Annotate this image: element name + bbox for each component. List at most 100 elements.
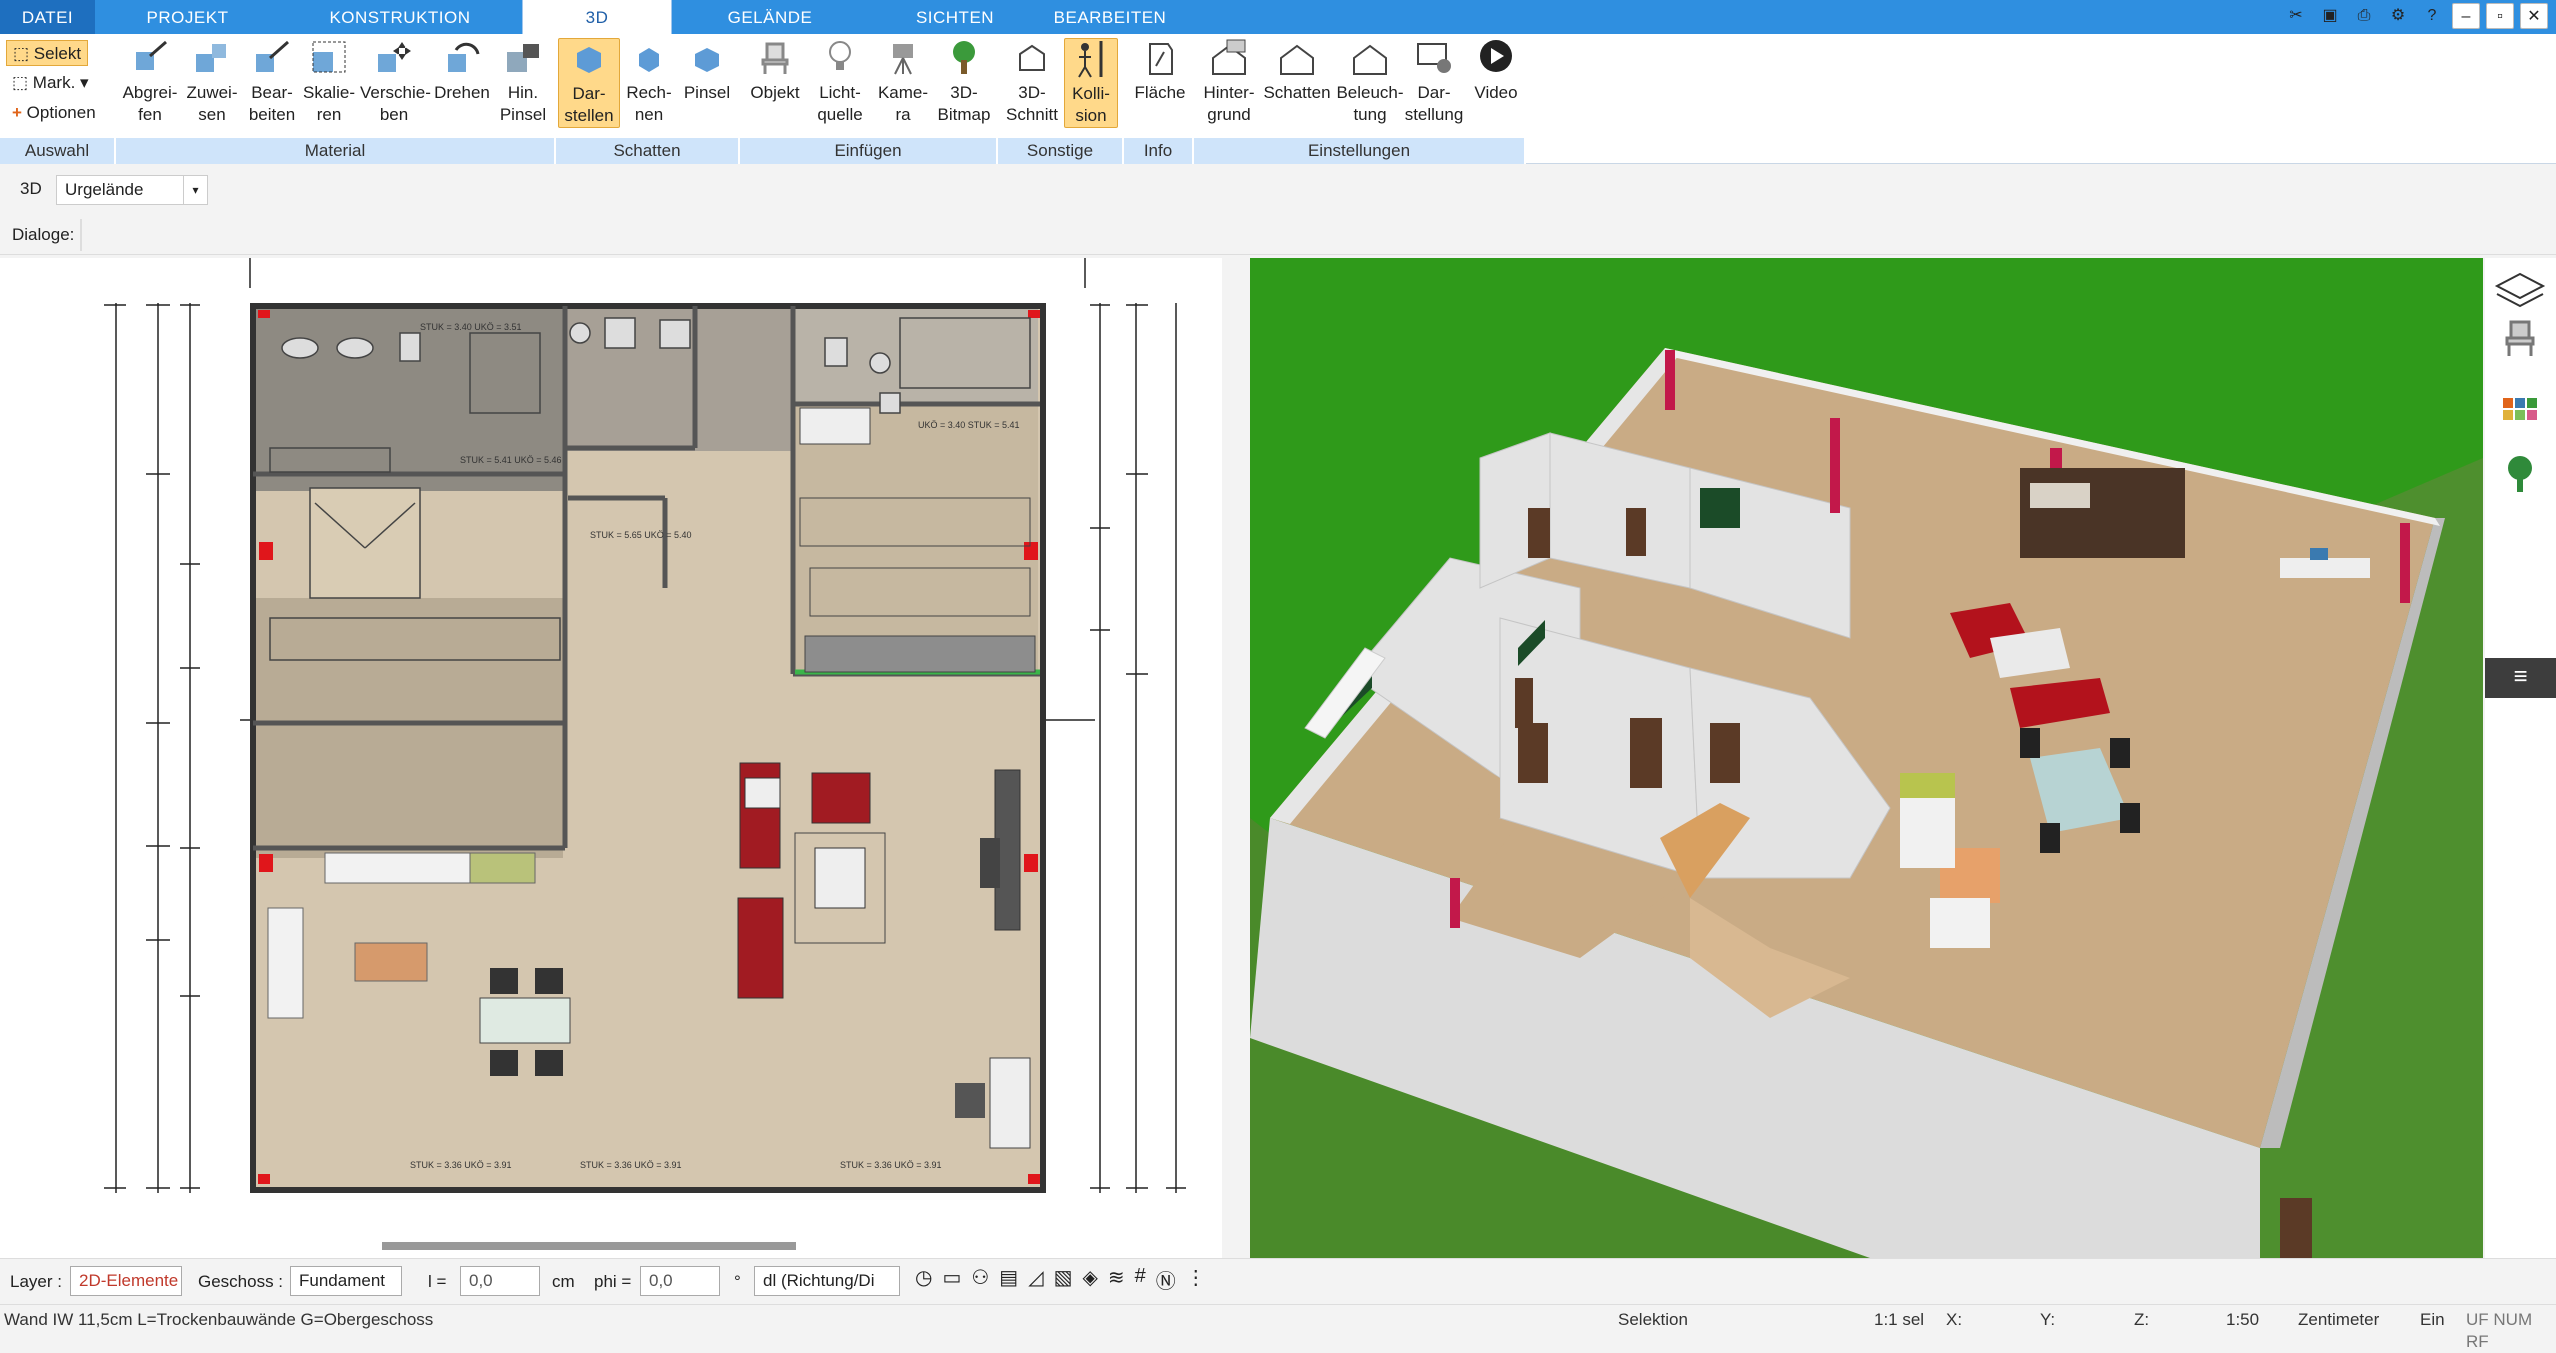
corridor-floor bbox=[253, 598, 563, 858]
stack-icon[interactable]: ≋ bbox=[1108, 1265, 1125, 1294]
floors-icon[interactable]: ▤ bbox=[999, 1265, 1018, 1294]
view-3d[interactable] bbox=[1250, 258, 2483, 1258]
layer-select[interactable]: 2D-Elemente bbox=[70, 1266, 182, 1296]
pipette-icon bbox=[136, 40, 167, 70]
skalieren-button[interactable]: Skalie- ren bbox=[302, 38, 356, 126]
abgreifen-label: Abgrei- fen bbox=[122, 83, 178, 124]
tab-3d[interactable]: 3D bbox=[522, 0, 672, 34]
bearbeiten-button[interactable]: Bear- beiten bbox=[244, 38, 300, 126]
phi-value: 0,0 bbox=[649, 1271, 673, 1290]
darstellen-button[interactable]: Dar- stellen bbox=[558, 38, 620, 128]
plan-label: STUK = 5.65 UKÖ = 5.40 bbox=[590, 530, 692, 540]
group-info: Info bbox=[1124, 138, 1194, 164]
group-schatten: Schatten bbox=[556, 138, 740, 164]
shadow-brush-icon bbox=[695, 48, 719, 72]
menu-handle[interactable]: ≡ bbox=[2485, 658, 2556, 698]
tab-projekt[interactable]: PROJEKT bbox=[115, 0, 260, 34]
lichtquelle-button[interactable]: Licht- quelle bbox=[810, 38, 870, 126]
abgreifen-button[interactable]: Abgrei- fen bbox=[122, 38, 178, 126]
edit-material-icon bbox=[256, 40, 289, 72]
walker-icon[interactable]: ⚇ bbox=[971, 1265, 989, 1294]
zuweisen-label: Zuwei- sen bbox=[186, 83, 238, 124]
beleuchtung-button[interactable]: Beleuch- tung bbox=[1334, 38, 1406, 126]
phi-input[interactable]: 0,0 bbox=[640, 1266, 720, 1296]
minimize-button[interactable]: – bbox=[2452, 3, 2480, 29]
plan-label: STUK = 3.36 UKÖ = 3.91 bbox=[840, 1160, 942, 1170]
hin-pinsel-button[interactable]: Hin. Pinsel bbox=[494, 38, 552, 126]
rechnen-button[interactable]: Rech- nen bbox=[622, 38, 676, 126]
status-mode: Selektion bbox=[1618, 1310, 1688, 1329]
tree-icon bbox=[2508, 456, 2532, 492]
shadow-display-icon bbox=[577, 47, 601, 73]
pinsel-button[interactable]: Pinsel bbox=[680, 38, 734, 104]
kamera-label: Kame- ra bbox=[877, 83, 929, 124]
bearbeiten-label: Bear- beiten bbox=[248, 83, 296, 124]
status-flags: UF NUM RF bbox=[2466, 1310, 2533, 1351]
grid-icon[interactable]: # bbox=[1135, 1265, 1146, 1294]
monitor-icon[interactable]: ▭ bbox=[942, 1265, 961, 1294]
plan-view-2d[interactable]: STUK = 3.40 UKÖ = 3.51 STUK = 5.41 UKÖ =… bbox=[0, 258, 1234, 1258]
terrain-value: Urgelände bbox=[65, 180, 144, 199]
tab-konstruktion[interactable]: KONSTRUKTION bbox=[300, 0, 500, 34]
ribbon-tabbar: DATEI PROJEKT KONSTRUKTION 3D GELÄNDE SI… bbox=[0, 0, 2556, 34]
close-button[interactable]: ✕ bbox=[2520, 3, 2548, 29]
tab-bearbeiten[interactable]: BEARBEITEN bbox=[1040, 0, 1180, 34]
horizontal-scrollbar bbox=[382, 1242, 796, 1250]
zuweisen-button[interactable]: Zuwei- sen bbox=[184, 38, 240, 126]
tab-sichten[interactable]: SICHTEN bbox=[880, 0, 1030, 34]
hintergrund-button[interactable]: Hinter- grund bbox=[1198, 38, 1260, 126]
terrain-select[interactable]: Urgelände ▾ bbox=[56, 175, 208, 205]
north-icon[interactable]: Ⓝ bbox=[1156, 1265, 1176, 1294]
status-scale: 1:50 bbox=[2226, 1310, 2260, 1329]
schnitt3d-button[interactable]: 3D- Schnitt bbox=[1002, 38, 1062, 126]
group-material: Material bbox=[116, 138, 556, 164]
move-icon bbox=[378, 42, 411, 72]
clock-icon[interactable]: ◷ bbox=[915, 1265, 932, 1294]
assign-material-icon bbox=[196, 44, 226, 72]
plane-icon[interactable]: ◈ bbox=[1083, 1265, 1098, 1294]
schatten-label: Schatten bbox=[1263, 83, 1331, 102]
schatten-settings-button[interactable]: Schatten bbox=[1262, 38, 1332, 104]
verschieben-button[interactable]: Verschie- ben bbox=[360, 38, 431, 126]
length-input[interactable]: 0,0 bbox=[460, 1266, 540, 1296]
hatch-icon[interactable]: ▧ bbox=[1054, 1265, 1073, 1294]
tab-gelaende[interactable]: GELÄNDE bbox=[690, 0, 850, 34]
tools-icon[interactable]: ✂ bbox=[2282, 3, 2310, 29]
save-icon[interactable]: ▣ bbox=[2316, 3, 2344, 29]
bitmap3d-button[interactable]: 3D- Bitmap bbox=[936, 38, 992, 126]
shelf-unit bbox=[2020, 468, 2185, 558]
verschieben-label: Verschie- ben bbox=[360, 83, 431, 124]
group-auswahl: Auswahl bbox=[0, 138, 116, 164]
geschoss-label: Geschoss : bbox=[198, 1272, 284, 1291]
tree-icon bbox=[953, 41, 975, 74]
bottom-toolbar: Layer : 2D-Elemente Geschoss : Fundament… bbox=[0, 1258, 2556, 1304]
kollision-button[interactable]: Kolli- sion bbox=[1064, 38, 1118, 128]
objekt-button[interactable]: Objekt bbox=[746, 38, 804, 104]
darstellung-button[interactable]: Dar- stellung bbox=[1404, 38, 1464, 126]
more-icon[interactable]: ⋮ bbox=[1186, 1265, 1206, 1294]
status-ein: Ein bbox=[2420, 1310, 2445, 1329]
selekt-button[interactable]: ⬚ Selekt bbox=[6, 40, 89, 66]
help-icon[interactable]: ? bbox=[2418, 3, 2446, 29]
print-icon[interactable]: ⎙ bbox=[2350, 3, 2378, 29]
direction-select[interactable]: dl (Richtung/Di bbox=[754, 1266, 900, 1296]
wall-tool-icon[interactable]: ◿ bbox=[1028, 1265, 1043, 1294]
settings-icon[interactable]: ⚙ bbox=[2384, 3, 2412, 29]
floor-plan-drawing: STUK = 3.40 UKÖ = 3.51 STUK = 5.41 UKÖ =… bbox=[104, 258, 1234, 1250]
video-button[interactable]: Video bbox=[1468, 38, 1524, 104]
skalieren-label: Skalie- ren bbox=[303, 83, 355, 124]
restore-button[interactable]: ▫ bbox=[2486, 3, 2514, 29]
drehen-button[interactable]: Drehen bbox=[432, 38, 492, 104]
layer-value: 2D-Elemente bbox=[79, 1271, 179, 1290]
layer-label: Layer : bbox=[10, 1272, 62, 1291]
mark-button[interactable]: ⬚ Mark. ▾ bbox=[6, 70, 95, 96]
kamera-button[interactable]: Kame- ra bbox=[874, 38, 932, 126]
optionen-button[interactable]: + Optionen bbox=[6, 100, 102, 126]
tab-datei[interactable]: DATEI bbox=[0, 0, 95, 34]
collision-person-icon bbox=[1078, 41, 1103, 78]
geschoss-select[interactable]: Fundament bbox=[290, 1266, 402, 1296]
geschoss-value: Fundament bbox=[299, 1271, 385, 1290]
plan-label: UKÖ = 3.40 STUK = 5.41 bbox=[918, 420, 1020, 430]
flaeche-button[interactable]: Fläche bbox=[1130, 38, 1190, 104]
length-unit: cm bbox=[552, 1272, 575, 1291]
